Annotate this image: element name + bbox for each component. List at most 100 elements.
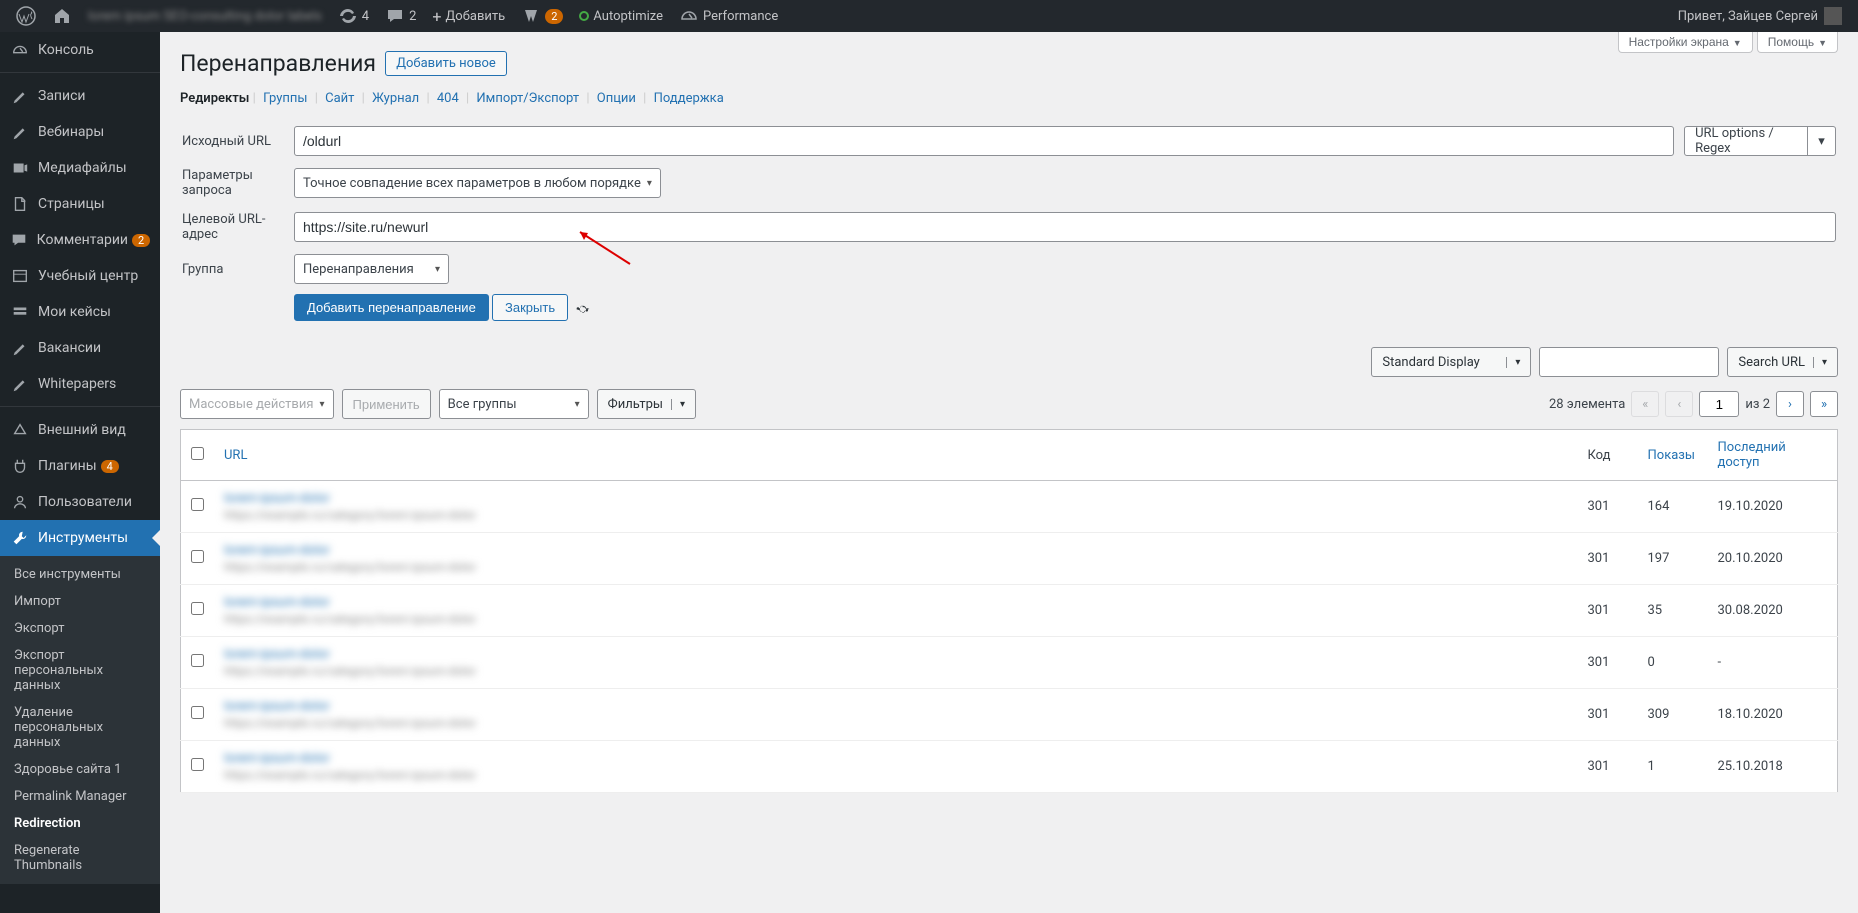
sub-health[interactable]: Здоровье сайта 1: [0, 756, 160, 783]
add-new-button[interactable]: Добавить новое: [385, 51, 507, 76]
add-new[interactable]: +Добавить: [424, 0, 513, 32]
autoptimize[interactable]: Autoptimize: [571, 0, 671, 32]
filters-button[interactable]: Фильтры▾: [597, 389, 696, 419]
row-checkbox[interactable]: [191, 602, 204, 615]
menu-vacancies[interactable]: Вакансии: [0, 330, 160, 366]
menu-media[interactable]: Медиафайлы: [0, 150, 160, 186]
col-last[interactable]: Последний доступ: [1718, 440, 1786, 470]
next-page-button[interactable]: ›: [1776, 391, 1804, 417]
row-date: 19.10.2020: [1708, 481, 1838, 533]
row-url: lorem-ipsum-dolor: [224, 699, 1568, 714]
tab-site[interactable]: Сайт: [321, 91, 358, 106]
tabs: Редиректы | Группы | Сайт | Журнал | 404…: [180, 91, 1838, 106]
query-params-select[interactable]: Точное совпадение всех параметров в любо…: [294, 168, 661, 198]
table-row[interactable]: lorem-ipsum-dolorhttps://example.ru/cate…: [181, 637, 1838, 689]
menu-whitepapers[interactable]: Whitepapers: [0, 366, 160, 402]
user-greeting[interactable]: Привет, Зайцев Сергей: [1670, 0, 1850, 32]
menu-learning[interactable]: Учебный центр: [0, 258, 160, 294]
page-input[interactable]: [1699, 391, 1739, 417]
sub-export-personal[interactable]: Экспорт персональных данных: [0, 642, 160, 699]
bulk-actions-select[interactable]: Массовые действия▾: [180, 389, 334, 419]
url-options-select[interactable]: URL options / Regex ▾: [1684, 126, 1836, 156]
help-button[interactable]: Помощь▼: [1757, 32, 1838, 53]
prev-page-button: ‹: [1665, 391, 1693, 417]
sub-permalink[interactable]: Permalink Manager: [0, 783, 160, 810]
target-label: Целевой URL-адрес: [182, 206, 292, 248]
display-mode-select[interactable]: Standard Display▾: [1371, 347, 1531, 377]
row-checkbox[interactable]: [191, 758, 204, 771]
row-hits: 1: [1638, 741, 1708, 793]
row-checkbox[interactable]: [191, 654, 204, 667]
sub-erase-personal[interactable]: Удаление персональных данных: [0, 699, 160, 756]
table-row[interactable]: lorem-ipsum-dolorhttps://example.ru/cate…: [181, 481, 1838, 533]
tab-groups[interactable]: Группы: [259, 91, 311, 106]
menu-posts[interactable]: Записи: [0, 78, 160, 114]
row-url: lorem-ipsum-dolor: [224, 491, 1568, 506]
row-checkbox[interactable]: [191, 498, 204, 511]
site-home-icon[interactable]: [44, 0, 80, 32]
row-url: lorem-ipsum-dolor: [224, 595, 1568, 610]
tab-options[interactable]: Опции: [593, 91, 640, 106]
select-all-checkbox[interactable]: [191, 447, 204, 460]
tab-import[interactable]: Импорт/Экспорт: [472, 91, 583, 106]
source-url-input[interactable]: [294, 126, 1674, 156]
sub-redirection[interactable]: Redirection: [0, 810, 160, 837]
sub-import[interactable]: Импорт: [0, 588, 160, 615]
comments[interactable]: 2: [377, 0, 424, 32]
row-code: 301: [1578, 689, 1638, 741]
query-label: Параметры запроса: [182, 162, 292, 204]
row-date: 20.10.2020: [1708, 533, 1838, 585]
search-url-button[interactable]: Search URL▾: [1727, 347, 1838, 377]
table-row[interactable]: lorem-ipsum-dolorhttps://example.ru/cate…: [181, 741, 1838, 793]
col-url[interactable]: URL: [224, 448, 247, 463]
status-dot-icon: [579, 11, 589, 21]
table-row[interactable]: lorem-ipsum-dolorhttps://example.ru/cate…: [181, 689, 1838, 741]
chevron-down-icon: ▾: [435, 264, 440, 275]
site-name[interactable]: lorem ipsum SEO-consulting dolor labels: [80, 0, 330, 32]
target-url-input[interactable]: [294, 212, 1836, 242]
menu-webinars[interactable]: Вебинары: [0, 114, 160, 150]
sub-export[interactable]: Экспорт: [0, 615, 160, 642]
menu-dashboard[interactable]: Консоль: [0, 32, 160, 68]
yoast[interactable]: 2: [513, 0, 571, 32]
tab-redirects[interactable]: Редиректы: [180, 91, 249, 106]
menu-appearance[interactable]: Внешний вид: [0, 412, 160, 448]
group-filter-select[interactable]: Все группы▾: [439, 389, 589, 419]
search-input[interactable]: [1539, 347, 1719, 377]
row-hits: 35: [1638, 585, 1708, 637]
table-row[interactable]: lorem-ipsum-dolorhttps://example.ru/cate…: [181, 533, 1838, 585]
row-checkbox[interactable]: [191, 706, 204, 719]
row-hits: 164: [1638, 481, 1708, 533]
gear-icon[interactable]: [575, 301, 591, 317]
sub-all-tools[interactable]: Все инструменты: [0, 561, 160, 588]
wp-logo[interactable]: [8, 0, 44, 32]
row-hits: 0: [1638, 637, 1708, 689]
row-url: lorem-ipsum-dolor: [224, 647, 1568, 662]
performance[interactable]: Performance: [671, 0, 786, 32]
row-date: 25.10.2018: [1708, 741, 1838, 793]
menu-pages[interactable]: Страницы: [0, 186, 160, 222]
row-url: lorem-ipsum-dolor: [224, 543, 1568, 558]
apply-button[interactable]: Применить: [342, 389, 431, 419]
group-select[interactable]: Перенаправления▾: [294, 254, 449, 284]
sub-regen-thumb[interactable]: Regenerate Thumbnails: [0, 837, 160, 879]
table-row[interactable]: lorem-ipsum-dolorhttps://example.ru/cate…: [181, 585, 1838, 637]
row-checkbox[interactable]: [191, 550, 204, 563]
items-count: 28 элемента: [1549, 397, 1625, 412]
menu-cases[interactable]: Мои кейсы: [0, 294, 160, 330]
menu-plugins[interactable]: Плагины4: [0, 448, 160, 484]
row-url: lorem-ipsum-dolor: [224, 751, 1568, 766]
tab-support[interactable]: Поддержка: [650, 91, 728, 106]
tab-log[interactable]: Журнал: [368, 91, 423, 106]
close-button[interactable]: Закрыть: [492, 294, 568, 321]
menu-tools[interactable]: Инструменты: [0, 520, 160, 556]
last-page-button[interactable]: »: [1810, 391, 1838, 417]
add-redirect-button[interactable]: Добавить перенаправление: [294, 294, 489, 321]
tab-404[interactable]: 404: [433, 91, 463, 106]
screen-options-button[interactable]: Настройки экрана▼: [1618, 32, 1753, 53]
admin-bar: lorem ipsum SEO-consulting dolor labels …: [0, 0, 1858, 32]
updates[interactable]: 4: [330, 0, 377, 32]
col-hits[interactable]: Показы: [1648, 448, 1695, 463]
menu-comments[interactable]: Комментарии2: [0, 222, 160, 258]
menu-users[interactable]: Пользователи: [0, 484, 160, 520]
